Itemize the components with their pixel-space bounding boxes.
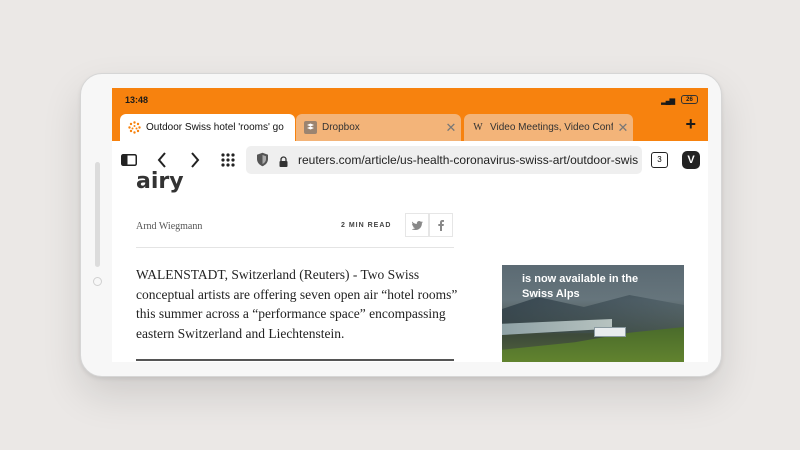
ad-text: is now available in the Swiss Alps (522, 273, 639, 300)
lock-icon (279, 154, 288, 172)
dropbox-icon (303, 121, 317, 135)
close-tab-icon[interactable]: ✕ (613, 120, 633, 136)
browser-screen: 13:48 ▂▄▆ 26 Outdoor Swiss hotel 'rooms'… (112, 88, 708, 362)
speed-dial-icon[interactable] (220, 151, 236, 169)
side-sensor (93, 277, 102, 286)
new-tab-button[interactable]: + (685, 114, 696, 135)
tab-strip: Outdoor Swiss hotel 'rooms' go Dropbox ✕… (112, 111, 708, 141)
read-time: 2 MIN READ (341, 222, 392, 229)
tab-dropbox[interactable]: Dropbox ✕ (296, 114, 461, 141)
twitter-share-icon[interactable] (405, 213, 429, 237)
author-name[interactable]: Arnd Wiegmann (136, 221, 202, 232)
facebook-share-icon[interactable] (429, 213, 453, 237)
page-content: airy Arnd Wiegmann 2 MIN READ WALENSTADT… (112, 169, 708, 362)
shield-icon[interactable] (256, 152, 269, 172)
reuters-icon (127, 121, 141, 135)
tab-title: Outdoor Swiss hotel 'rooms' go (146, 122, 284, 133)
status-time: 13:48 (125, 95, 149, 105)
wikipedia-icon: W (473, 122, 483, 133)
signal-icon: ▂▄▆ (661, 98, 675, 105)
article-body: WALENSTADT, Switzerland (Reuters) - Two … (136, 267, 458, 341)
byline-divider (136, 247, 454, 248)
vivaldi-menu-button[interactable]: V (682, 151, 700, 169)
ad-bed-image (594, 327, 626, 337)
url-text: reuters.com/article/us-health-coronaviru… (298, 153, 638, 167)
forward-icon[interactable] (187, 151, 203, 169)
tab-title: Video Meetings, Video Confer (490, 122, 613, 133)
article-headline: airy (136, 169, 184, 194)
advertisement[interactable]: is now available in the Swiss Alps (502, 265, 684, 362)
tab-title: Dropbox (322, 122, 360, 133)
close-tab-icon[interactable]: ✕ (441, 120, 461, 136)
back-icon[interactable] (154, 151, 170, 169)
side-button (95, 162, 100, 267)
tab-video-meetings[interactable]: W Video Meetings, Video Confer ✕ (464, 114, 633, 141)
address-bar[interactable]: reuters.com/article/us-health-coronaviru… (246, 146, 642, 174)
tab-reuters[interactable]: Outdoor Swiss hotel 'rooms' go (120, 114, 295, 141)
tab-switcher-button[interactable]: 3 (651, 152, 668, 168)
panel-toggle-icon[interactable] (120, 151, 138, 169)
toolbar: reuters.com/article/us-health-coronaviru… (112, 141, 708, 180)
status-bar: 13:48 ▂▄▆ 26 (112, 88, 708, 111)
battery-indicator: 26 (681, 95, 698, 104)
section-rule (136, 359, 454, 361)
